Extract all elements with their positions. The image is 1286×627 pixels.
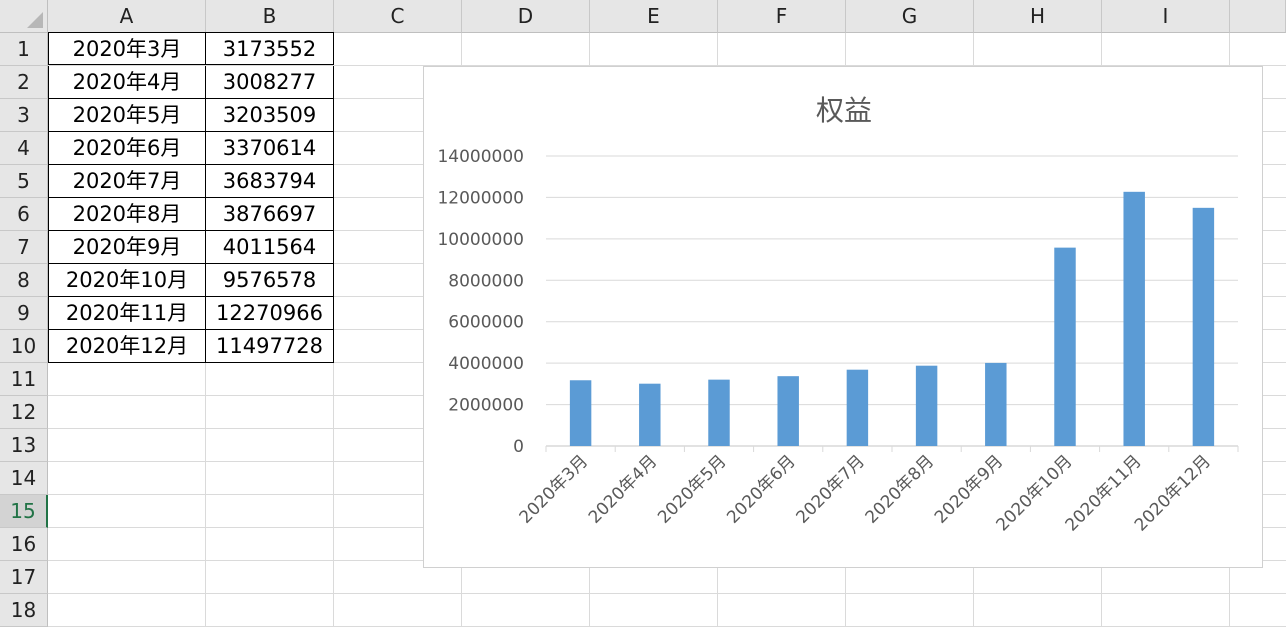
cell-b1[interactable]: 3173552 bbox=[206, 32, 334, 65]
cell-b8[interactable]: 9576578 bbox=[206, 264, 334, 297]
x-tick-label: 2020年4月 bbox=[585, 451, 661, 527]
cell-a8[interactable]: 2020年10月 bbox=[48, 264, 206, 297]
column-header-f[interactable]: F bbox=[718, 0, 846, 33]
cell-a4[interactable]: 2020年6月 bbox=[48, 132, 206, 165]
cell-b6[interactable]: 3876697 bbox=[206, 198, 334, 231]
cell-b2[interactable]: 3008277 bbox=[206, 66, 334, 99]
bar[interactable] bbox=[569, 380, 592, 446]
x-tick-label: 2020年5月 bbox=[654, 451, 730, 527]
cell-a7[interactable]: 2020年9月 bbox=[48, 231, 206, 264]
cell-a9[interactable]: 2020年11月 bbox=[48, 297, 206, 330]
row-header-16[interactable]: 16 bbox=[0, 528, 48, 561]
bar[interactable] bbox=[1192, 207, 1215, 446]
bar[interactable] bbox=[1123, 191, 1145, 446]
select-all-icon bbox=[27, 12, 43, 28]
select-all-corner[interactable] bbox=[0, 0, 48, 33]
y-tick-label: 12000000 bbox=[437, 188, 524, 208]
cell-a5[interactable]: 2020年7月 bbox=[48, 165, 206, 198]
column-header-a[interactable]: A bbox=[48, 0, 206, 33]
row-header-15[interactable]: 15 bbox=[0, 495, 48, 528]
x-tick-label: 2020年9月 bbox=[931, 451, 1007, 527]
row-header-10[interactable]: 10 bbox=[0, 330, 48, 363]
cell-a2[interactable]: 2020年4月 bbox=[48, 66, 206, 99]
bar[interactable] bbox=[639, 383, 661, 446]
cell-a1[interactable]: 2020年3月 bbox=[48, 32, 206, 65]
x-tick-label: 2020年8月 bbox=[862, 451, 938, 527]
row-header-1[interactable]: 1 bbox=[0, 33, 48, 66]
cell-b5[interactable]: 3683794 bbox=[206, 165, 334, 198]
chart-plot: 0 2000000 4000000 6000000 8000000 10000000 120… bbox=[437, 147, 1239, 535]
cell-a6[interactable]: 2020年8月 bbox=[48, 198, 206, 231]
bar[interactable] bbox=[1054, 247, 1076, 446]
row-header-4[interactable]: 4 bbox=[0, 132, 48, 165]
cell-b10[interactable]: 11497728 bbox=[206, 330, 334, 363]
bar[interactable] bbox=[777, 376, 799, 446]
cell-b4[interactable]: 3370614 bbox=[206, 132, 334, 165]
column-header-partial[interactable] bbox=[1230, 0, 1286, 33]
column-header-h[interactable]: H bbox=[974, 0, 1102, 33]
y-tick-label: 14000000 bbox=[437, 147, 524, 167]
column-header-c[interactable]: C bbox=[334, 0, 462, 33]
x-tick-label: 2020年3月 bbox=[516, 451, 592, 527]
y-tick-label: 0 bbox=[513, 437, 524, 457]
row-header-7[interactable]: 7 bbox=[0, 231, 48, 264]
row-header-13[interactable]: 13 bbox=[0, 429, 48, 462]
row-header-12[interactable]: 12 bbox=[0, 396, 48, 429]
row-header-9[interactable]: 9 bbox=[0, 297, 48, 330]
row-header-17[interactable]: 17 bbox=[0, 561, 48, 594]
x-tick-label: 2020年6月 bbox=[723, 451, 799, 527]
spreadsheet: ABCDEFGHI 1 2 3 4 5 6 7 8 9 10 11 12 13 14 15 16 17 18 20… bbox=[0, 0, 1286, 627]
bar[interactable] bbox=[846, 369, 869, 446]
row-header-2[interactable]: 2 bbox=[0, 66, 48, 99]
column-header-d[interactable]: D bbox=[462, 0, 590, 33]
row-header-5[interactable]: 5 bbox=[0, 165, 48, 198]
x-tick-label: 2020年7月 bbox=[793, 451, 869, 527]
y-tick-label: 8000000 bbox=[448, 271, 524, 291]
cell-a10[interactable]: 2020年12月 bbox=[48, 330, 206, 363]
bar[interactable] bbox=[915, 365, 938, 446]
y-tick-label: 2000000 bbox=[448, 396, 524, 416]
cell-a3[interactable]: 2020年5月 bbox=[48, 99, 206, 132]
row-header-6[interactable]: 6 bbox=[0, 198, 48, 231]
cell-b9[interactable]: 12270966 bbox=[206, 297, 334, 330]
cell-b3[interactable]: 3203509 bbox=[206, 99, 334, 132]
bar-chart[interactable]: 权益 0 2000000 4000000 6000000 8000000 10000000… bbox=[423, 66, 1263, 568]
column-header-e[interactable]: E bbox=[590, 0, 718, 33]
bar[interactable] bbox=[985, 362, 1007, 446]
row-header-14[interactable]: 14 bbox=[0, 462, 48, 495]
cell-b7[interactable]: 4011564 bbox=[206, 231, 334, 264]
row-header-11[interactable]: 11 bbox=[0, 363, 48, 396]
bar[interactable] bbox=[708, 379, 730, 446]
column-header-g[interactable]: G bbox=[846, 0, 974, 33]
row-header-8[interactable]: 8 bbox=[0, 264, 48, 297]
y-tick-label: 6000000 bbox=[448, 313, 524, 333]
y-tick-label: 10000000 bbox=[437, 230, 524, 250]
row-header-3[interactable]: 3 bbox=[0, 99, 48, 132]
column-header-b[interactable]: B bbox=[206, 0, 334, 33]
column-header-i[interactable]: I bbox=[1102, 0, 1230, 33]
row-header-18[interactable]: 18 bbox=[0, 594, 48, 627]
y-tick-label: 4000000 bbox=[448, 354, 524, 374]
gridline-horizontal bbox=[48, 593, 1286, 594]
